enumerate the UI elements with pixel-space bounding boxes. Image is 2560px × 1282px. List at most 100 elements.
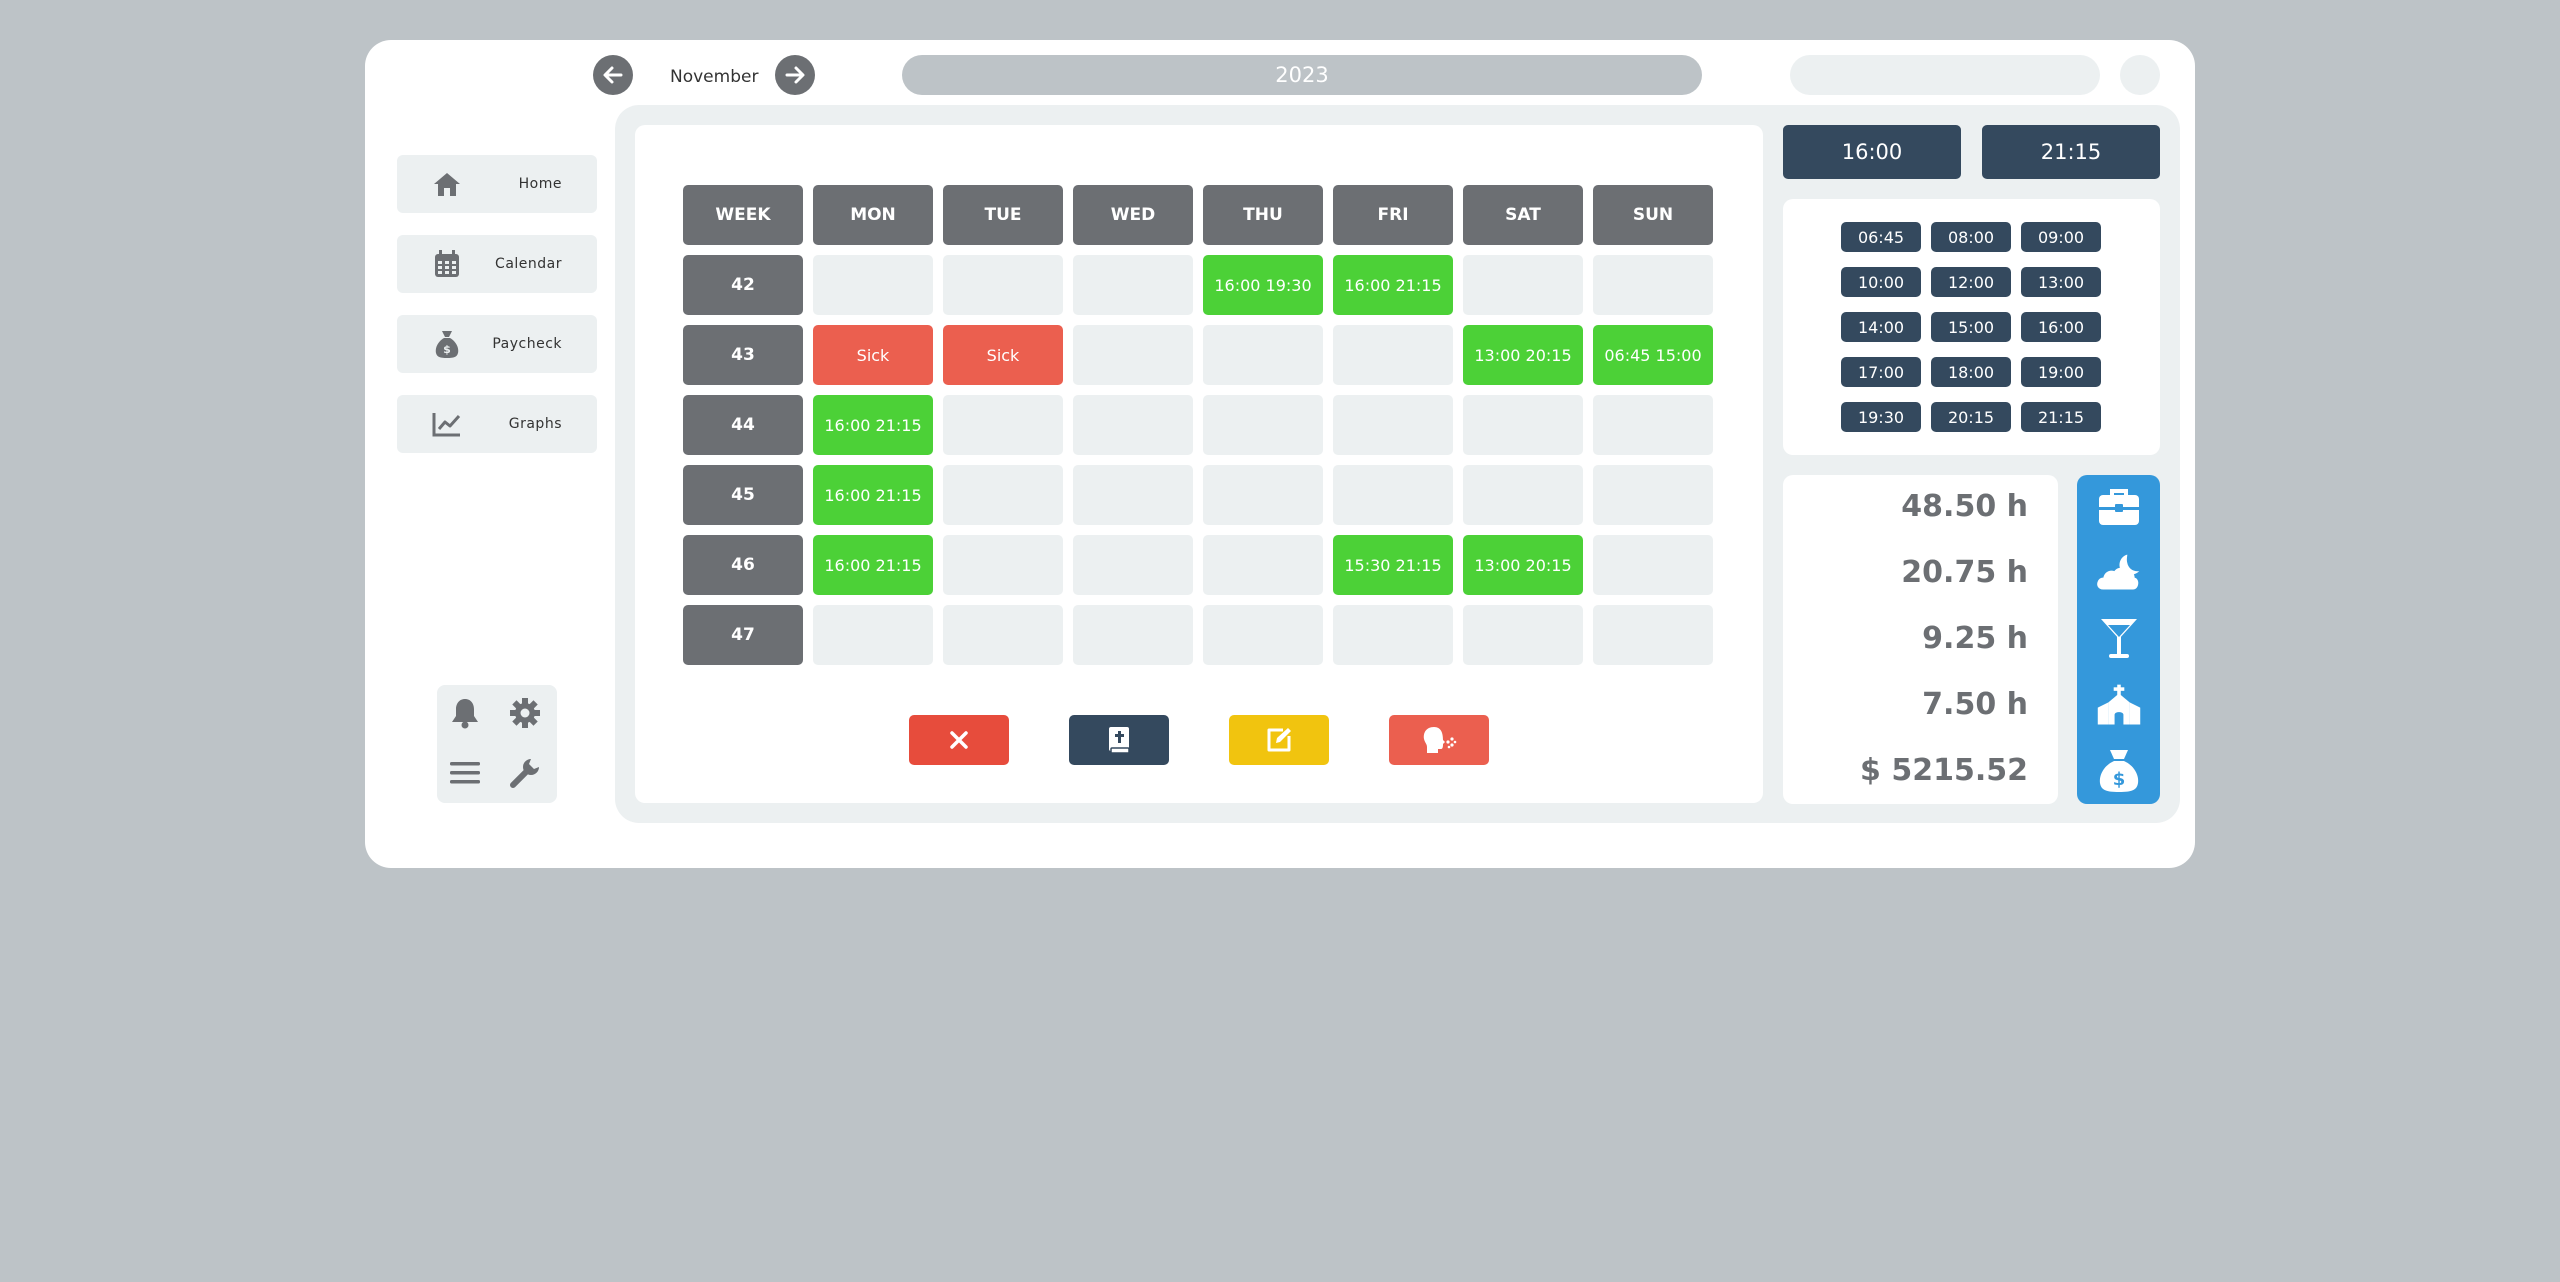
time-preset-button[interactable]: 16:00	[2021, 312, 2101, 342]
stats-icon-column: $	[2077, 475, 2160, 804]
day-cell[interactable]	[813, 255, 933, 315]
shift-cell[interactable]: 06:45 15:00	[1593, 325, 1713, 385]
briefcase-icon	[2096, 484, 2142, 530]
day-cell[interactable]	[1073, 255, 1193, 315]
time-preset-button[interactable]: 15:00	[1931, 312, 2011, 342]
edit-icon	[1267, 728, 1291, 752]
profile-button[interactable]	[2120, 55, 2160, 95]
notifications-button[interactable]	[447, 695, 483, 731]
time-preset-button[interactable]: 17:00	[1841, 357, 1921, 387]
day-cell[interactable]	[1203, 395, 1323, 455]
chart-line-icon	[432, 410, 462, 438]
day-cell[interactable]	[1593, 255, 1713, 315]
sick-day-button[interactable]	[1389, 715, 1489, 765]
shift-cell[interactable]: 13:00 20:15	[1463, 535, 1583, 595]
day-cell[interactable]	[1073, 395, 1193, 455]
end-time-display[interactable]: 21:15	[1982, 125, 2160, 179]
shift-cell[interactable]: 16:00 19:30	[1203, 255, 1323, 315]
shift-cell[interactable]: 16:00 21:15	[1333, 255, 1453, 315]
day-cell[interactable]	[943, 465, 1063, 525]
shift-cell[interactable]: 15:30 21:15	[1333, 535, 1453, 595]
gear-icon	[510, 698, 540, 728]
day-cell[interactable]	[1593, 535, 1713, 595]
shift-cell[interactable]: 16:00 21:15	[813, 395, 933, 455]
day-cell[interactable]	[1073, 605, 1193, 665]
time-preset-button[interactable]: 08:00	[1931, 222, 2011, 252]
time-preset-button[interactable]: 09:00	[2021, 222, 2101, 252]
day-cell[interactable]	[1203, 325, 1323, 385]
time-preset-button[interactable]: 12:00	[1931, 267, 2011, 297]
day-cell[interactable]	[1333, 605, 1453, 665]
time-preset-button[interactable]: 06:45	[1841, 222, 1921, 252]
cocktail-icon	[2096, 616, 2142, 662]
time-preset-button[interactable]: 19:00	[2021, 357, 2101, 387]
day-cell[interactable]	[943, 395, 1063, 455]
time-preset-button[interactable]: 21:15	[2021, 402, 2101, 432]
sick-cell[interactable]: Sick	[943, 325, 1063, 385]
time-preset-button[interactable]: 10:00	[1841, 267, 1921, 297]
time-preset-button[interactable]: 19:30	[1841, 402, 1921, 432]
day-cell[interactable]	[1463, 255, 1583, 315]
settings-button[interactable]	[507, 695, 543, 731]
sidebar-item-label: Paycheck	[492, 336, 562, 352]
month-label: November	[670, 67, 759, 87]
year-display[interactable]: 2023	[902, 55, 1702, 95]
prev-month-button[interactable]	[593, 55, 633, 95]
sick-cell[interactable]: Sick	[813, 325, 933, 385]
delete-shift-button[interactable]	[909, 715, 1009, 765]
stats-panel: 48.50 h 20.75 h 9.25 h 7.50 h $ 5215.52	[1783, 475, 2058, 804]
search-input[interactable]	[1790, 55, 2100, 95]
tools-button[interactable]	[507, 755, 543, 791]
shift-cell[interactable]: 16:00 21:15	[813, 535, 933, 595]
day-cell[interactable]	[1463, 605, 1583, 665]
money-bag-icon: $	[2096, 748, 2142, 794]
week-number: 47	[683, 605, 803, 665]
holiday-hours-value: 7.50 h	[1922, 687, 2028, 722]
hamburger-menu-icon	[450, 762, 480, 784]
edit-shift-button[interactable]	[1229, 715, 1329, 765]
sidebar-item-calendar[interactable]: Calendar	[397, 235, 597, 293]
time-preset-button[interactable]: 13:00	[2021, 267, 2101, 297]
next-month-button[interactable]	[775, 55, 815, 95]
column-header-week: WEEK	[683, 185, 803, 245]
day-cell[interactable]	[1463, 465, 1583, 525]
day-cell[interactable]	[1333, 325, 1453, 385]
day-cell[interactable]	[1203, 535, 1323, 595]
day-cell[interactable]	[1073, 535, 1193, 595]
start-time-display[interactable]: 16:00	[1783, 125, 1961, 179]
day-cell[interactable]	[943, 255, 1063, 315]
shift-cell[interactable]: 16:00 21:15	[813, 465, 933, 525]
day-cell[interactable]	[1333, 395, 1453, 455]
day-cell[interactable]	[813, 605, 933, 665]
day-cell[interactable]	[1593, 605, 1713, 665]
column-header-sat: SAT	[1463, 185, 1583, 245]
sidebar-item-graphs[interactable]: Graphs	[397, 395, 597, 453]
week-number: 45	[683, 465, 803, 525]
time-preset-button[interactable]: 14:00	[1841, 312, 1921, 342]
day-cell[interactable]	[1593, 465, 1713, 525]
church-icon	[2096, 682, 2142, 728]
day-cell[interactable]	[1203, 465, 1323, 525]
time-preset-button[interactable]: 20:15	[1931, 402, 2011, 432]
time-preset-button[interactable]: 18:00	[1931, 357, 2011, 387]
day-cell[interactable]	[943, 535, 1063, 595]
day-cell[interactable]	[1203, 605, 1323, 665]
svg-text:$: $	[443, 343, 451, 356]
arrow-left-icon	[603, 66, 623, 84]
menu-button[interactable]	[447, 755, 483, 791]
money-bag-icon: $	[432, 330, 462, 358]
day-cell[interactable]	[1463, 395, 1583, 455]
day-cell[interactable]	[1333, 465, 1453, 525]
column-header-sun: SUN	[1593, 185, 1713, 245]
sidebar-item-paycheck[interactable]: $ Paycheck	[397, 315, 597, 373]
sidebar-item-label: Graphs	[508, 416, 562, 432]
week-number: 42	[683, 255, 803, 315]
sidebar-item-home[interactable]: Home	[397, 155, 597, 213]
day-cell[interactable]	[1593, 395, 1713, 455]
holiday-button[interactable]	[1069, 715, 1169, 765]
shift-cell[interactable]: 13:00 20:15	[1463, 325, 1583, 385]
day-cell[interactable]	[943, 605, 1063, 665]
calendar-icon	[432, 250, 462, 278]
day-cell[interactable]	[1073, 465, 1193, 525]
day-cell[interactable]	[1073, 325, 1193, 385]
